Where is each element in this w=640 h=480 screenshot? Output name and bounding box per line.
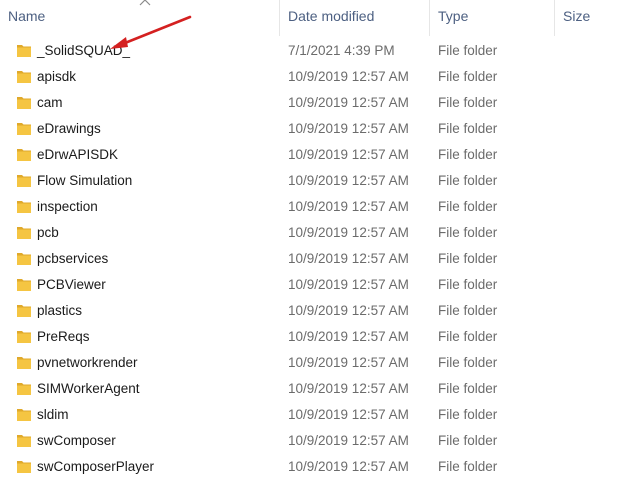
file-row[interactable]: inspection 10/9/2019 12:57 AM File folder bbox=[0, 194, 640, 220]
file-row[interactable]: plastics 10/9/2019 12:57 AM File folder bbox=[0, 298, 640, 324]
file-type: File folder bbox=[438, 69, 498, 84]
folder-icon bbox=[17, 175, 31, 187]
folder-icon bbox=[17, 357, 31, 369]
file-type: File folder bbox=[438, 277, 498, 292]
file-name: PreReqs bbox=[37, 329, 90, 344]
file-name: cam bbox=[37, 95, 63, 110]
file-type: File folder bbox=[438, 225, 498, 240]
folder-icon bbox=[17, 45, 31, 57]
file-row[interactable]: pcbservices 10/9/2019 12:57 AM File folder bbox=[0, 246, 640, 272]
file-row[interactable]: SIMWorkerAgent 10/9/2019 12:57 AM File fol… bbox=[0, 376, 640, 402]
file-date-modified: 10/9/2019 12:57 AM bbox=[288, 121, 409, 136]
file-row[interactable]: Flow Simulation 10/9/2019 12:57 AM File fo… bbox=[0, 168, 640, 194]
file-date-modified: 10/9/2019 12:57 AM bbox=[288, 147, 409, 162]
file-date-modified: 10/9/2019 12:57 AM bbox=[288, 69, 409, 84]
file-date-modified: 10/9/2019 12:57 AM bbox=[288, 355, 409, 370]
file-row[interactable]: swComposerPlayer 10/9/2019 12:57 AM File f… bbox=[0, 454, 640, 480]
file-type: File folder bbox=[438, 329, 498, 344]
folder-icon bbox=[17, 253, 31, 265]
file-row[interactable]: eDrwAPISDK 10/9/2019 12:57 AM File folder bbox=[0, 142, 640, 168]
folder-icon bbox=[17, 71, 31, 83]
file-date-modified: 10/9/2019 12:57 AM bbox=[288, 303, 409, 318]
file-type: File folder bbox=[438, 121, 498, 136]
file-name: pcbservices bbox=[37, 251, 109, 266]
file-name: _SolidSQUAD_ bbox=[37, 43, 131, 58]
file-type: File folder bbox=[438, 407, 498, 422]
folder-icon bbox=[17, 409, 31, 421]
folder-icon bbox=[17, 97, 31, 109]
folder-icon bbox=[17, 123, 31, 135]
file-name: pcb bbox=[37, 225, 59, 240]
file-type: File folder bbox=[438, 459, 498, 474]
folder-icon bbox=[17, 435, 31, 447]
file-date-modified: 10/9/2019 12:57 AM bbox=[288, 225, 409, 240]
file-date-modified: 10/9/2019 12:57 AM bbox=[288, 329, 409, 344]
folder-icon bbox=[17, 279, 31, 291]
file-row[interactable]: pcb 10/9/2019 12:57 AM File folder bbox=[0, 220, 640, 246]
file-name: plastics bbox=[37, 303, 83, 318]
folder-icon bbox=[17, 227, 31, 239]
file-name: eDrwAPISDK bbox=[37, 147, 119, 162]
column-header-type[interactable]: Type bbox=[430, 0, 555, 33]
file-type: File folder bbox=[438, 355, 498, 370]
file-type: File folder bbox=[438, 173, 498, 188]
column-header-date-modified[interactable]: Date modified bbox=[280, 0, 430, 33]
file-date-modified: 10/9/2019 12:57 AM bbox=[288, 173, 409, 188]
file-name: apisdk bbox=[37, 69, 77, 84]
file-name: PCBViewer bbox=[37, 277, 106, 292]
file-row[interactable]: eDrawings 10/9/2019 12:57 AM File folder bbox=[0, 116, 640, 142]
file-date-modified: 10/9/2019 12:57 AM bbox=[288, 459, 409, 474]
file-name: swComposer bbox=[37, 433, 116, 448]
file-type: File folder bbox=[438, 381, 498, 396]
sort-ascending-icon bbox=[139, 0, 151, 6]
folder-icon bbox=[17, 305, 31, 317]
file-explorer-list: Name Date modified Type Size _SolidSQUAD… bbox=[0, 0, 640, 480]
folder-icon bbox=[17, 201, 31, 213]
file-row[interactable]: cam 10/9/2019 12:57 AM File folder bbox=[0, 90, 640, 116]
file-date-modified: 10/9/2019 12:57 AM bbox=[288, 277, 409, 292]
file-name: Flow Simulation bbox=[37, 173, 133, 188]
file-date-modified: 10/9/2019 12:57 AM bbox=[288, 381, 409, 396]
file-name: swComposerPlayer bbox=[37, 459, 155, 474]
file-name: pvnetworkrender bbox=[37, 355, 138, 370]
file-name: inspection bbox=[37, 199, 98, 214]
column-header-size[interactable]: Size bbox=[555, 0, 640, 33]
file-type: File folder bbox=[438, 147, 498, 162]
file-row[interactable]: sldim 10/9/2019 12:57 AM File folder bbox=[0, 402, 640, 428]
file-type: File folder bbox=[438, 303, 498, 318]
folder-icon bbox=[17, 331, 31, 343]
file-type: File folder bbox=[438, 433, 498, 448]
folder-icon bbox=[17, 149, 31, 161]
file-list: _SolidSQUAD_ 7/1/2021 4:39 PM File folder a… bbox=[0, 38, 640, 480]
file-row[interactable]: swComposer 10/9/2019 12:57 AM File folder bbox=[0, 428, 640, 454]
file-row[interactable]: _SolidSQUAD_ 7/1/2021 4:39 PM File folder bbox=[0, 38, 640, 64]
file-type: File folder bbox=[438, 43, 498, 58]
file-name: eDrawings bbox=[37, 121, 101, 136]
file-row[interactable]: PCBViewer 10/9/2019 12:57 AM File folder bbox=[0, 272, 640, 298]
column-header-bar: Name Date modified Type Size bbox=[0, 0, 640, 36]
file-date-modified: 10/9/2019 12:57 AM bbox=[288, 433, 409, 448]
folder-icon bbox=[17, 383, 31, 395]
file-date-modified: 7/1/2021 4:39 PM bbox=[288, 43, 395, 58]
file-date-modified: 10/9/2019 12:57 AM bbox=[288, 407, 409, 422]
file-row[interactable]: apisdk 10/9/2019 12:57 AM File folder bbox=[0, 64, 640, 90]
file-row[interactable]: pvnetworkrender 10/9/2019 12:57 AM File fo… bbox=[0, 350, 640, 376]
file-row[interactable]: PreReqs 10/9/2019 12:57 AM File folder bbox=[0, 324, 640, 350]
file-name: SIMWorkerAgent bbox=[37, 381, 140, 396]
file-type: File folder bbox=[438, 199, 498, 214]
file-date-modified: 10/9/2019 12:57 AM bbox=[288, 199, 409, 214]
file-date-modified: 10/9/2019 12:57 AM bbox=[288, 95, 409, 110]
file-name: sldim bbox=[37, 407, 69, 422]
file-date-modified: 10/9/2019 12:57 AM bbox=[288, 251, 409, 266]
folder-icon bbox=[17, 461, 31, 473]
file-type: File folder bbox=[438, 251, 498, 266]
file-type: File folder bbox=[438, 95, 498, 110]
